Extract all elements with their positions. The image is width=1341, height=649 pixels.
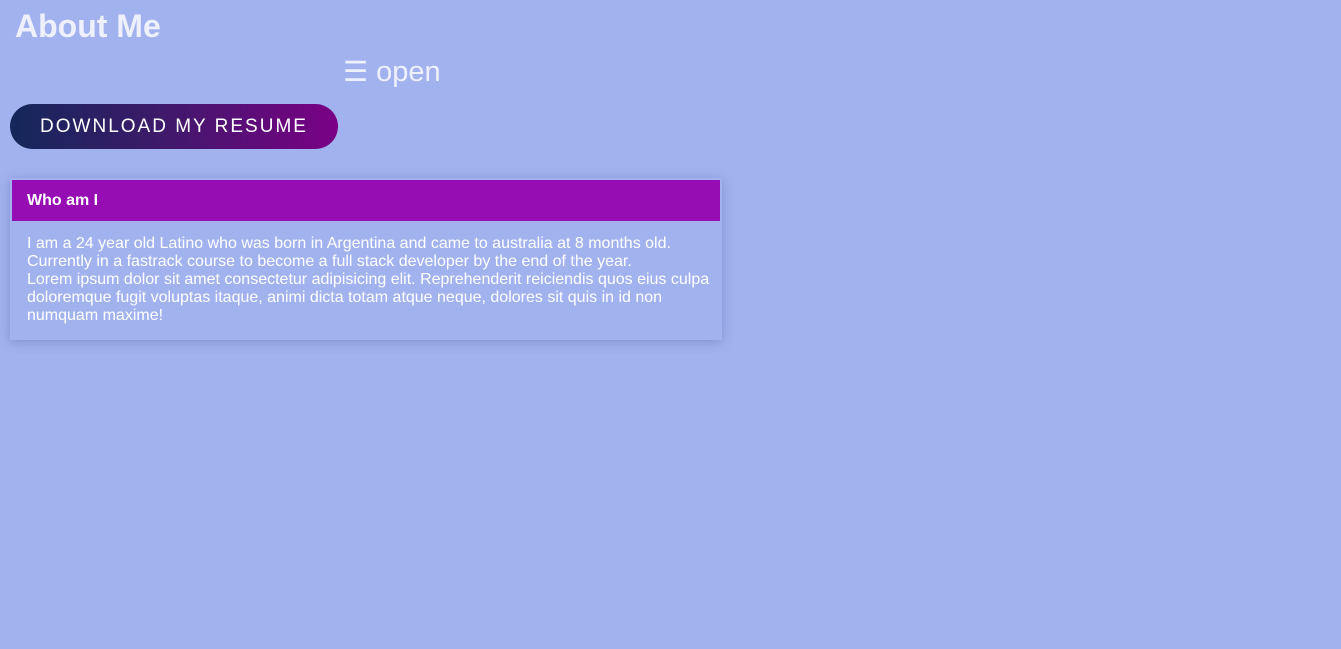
who-am-i-card: Who am I I am a 24 year old Latino who w…: [10, 178, 722, 340]
card-body: I am a 24 year old Latino who was born i…: [27, 235, 712, 325]
hamburger-menu-icon: ☰: [343, 56, 369, 87]
download-resume-button[interactable]: DOWNLOAD MY RESUME: [10, 104, 338, 149]
card-paragraph-intro: I am a 24 year old Latino who was born i…: [27, 235, 671, 270]
page-title: About Me: [15, 8, 161, 44]
card-paragraph-lorem: Lorem ipsum dolor sit amet consectetur a…: [27, 271, 710, 324]
open-menu-label: open: [376, 56, 441, 88]
card-title: Who am I: [27, 191, 99, 209]
card-header: Who am I: [12, 180, 720, 221]
open-menu-button[interactable]: ☰ open: [343, 54, 441, 90]
